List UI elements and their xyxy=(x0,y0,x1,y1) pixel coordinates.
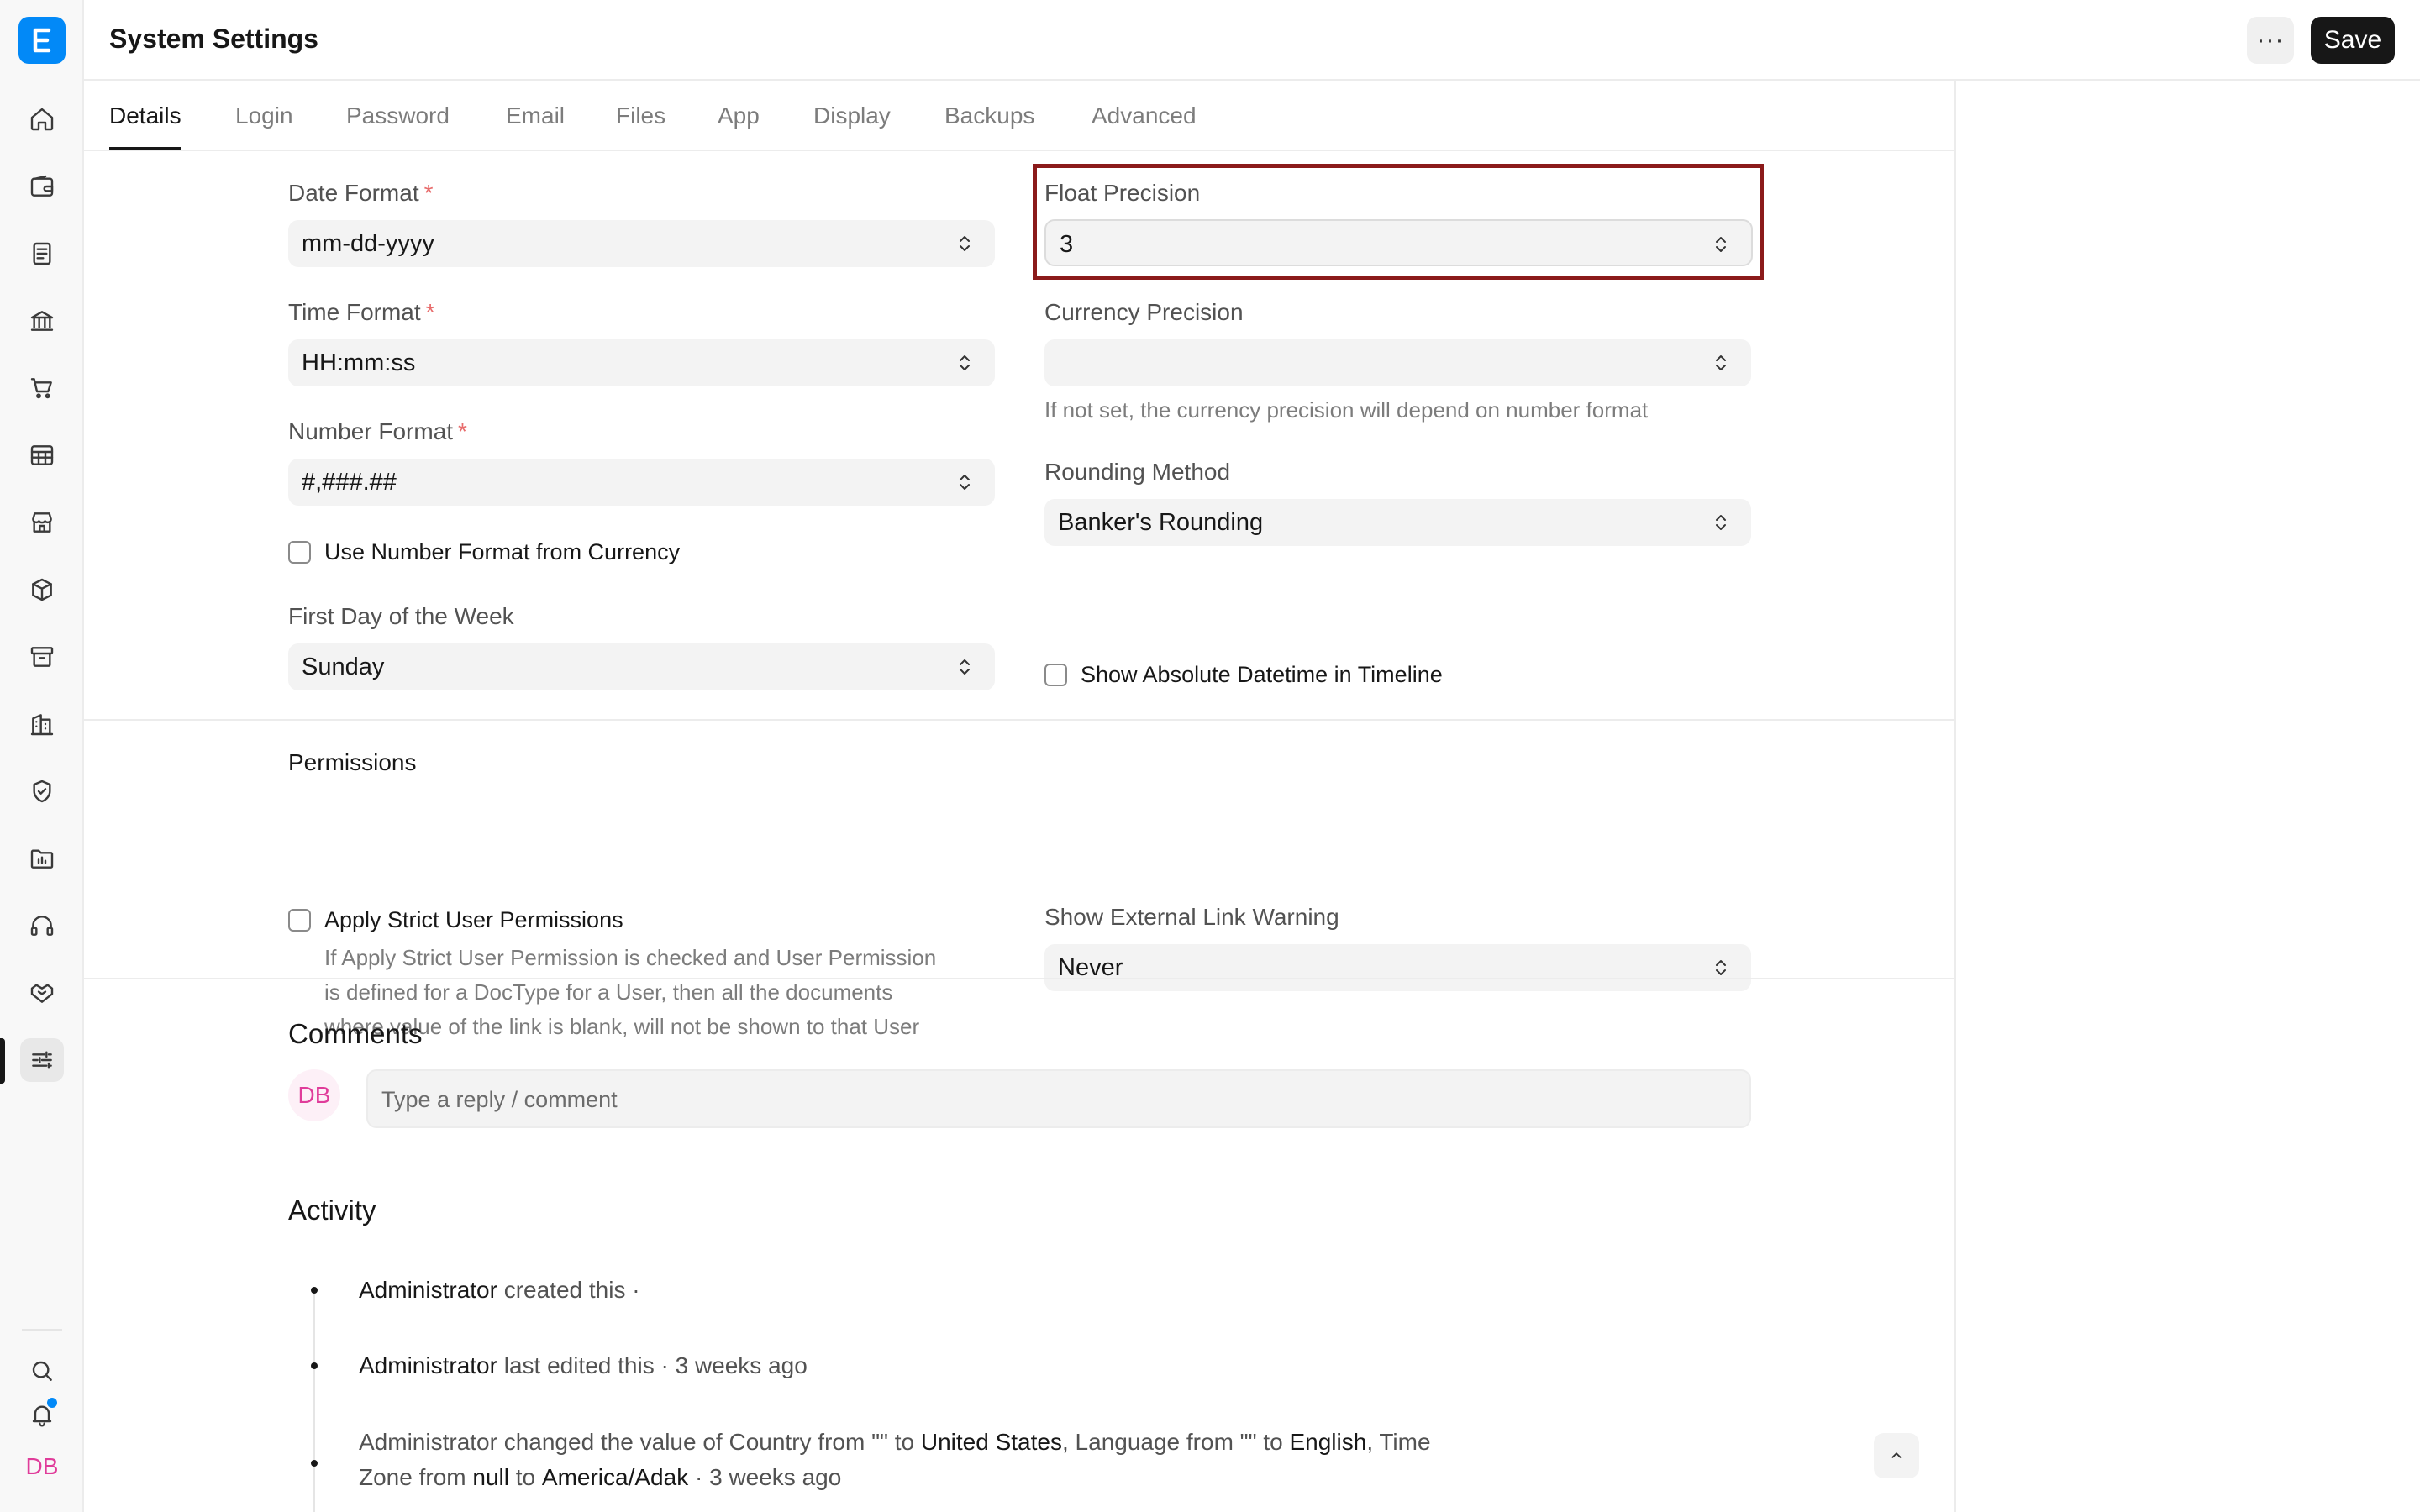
main-content: Details Login Password Email Files App D… xyxy=(84,81,1956,1512)
time-format-value: HH:mm:ss xyxy=(302,349,416,376)
sidebar: DB xyxy=(0,0,84,1512)
user-avatar[interactable]: DB xyxy=(17,1450,67,1483)
absolute-datetime-label: Show Absolute Datetime in Timeline xyxy=(1081,662,1443,687)
table-icon[interactable] xyxy=(20,433,64,477)
tab-app[interactable]: App xyxy=(718,102,760,150)
page-title: System Settings xyxy=(109,24,318,54)
tab-backups[interactable]: Backups xyxy=(944,102,1034,150)
document-icon[interactable] xyxy=(20,232,64,276)
archive-icon[interactable] xyxy=(20,635,64,679)
first-day-label: First Day of the Week xyxy=(288,603,514,629)
currency-precision-select[interactable] xyxy=(1044,339,1751,386)
handshake-icon[interactable] xyxy=(20,971,64,1015)
timeline-dot xyxy=(311,1460,318,1467)
shield-icon[interactable] xyxy=(20,769,64,813)
currency-precision-label: Currency Precision xyxy=(1044,299,1244,325)
float-precision-label: Float Precision xyxy=(1044,180,1201,206)
tab-files[interactable]: Files xyxy=(616,102,666,150)
number-format-select[interactable]: #,###.## xyxy=(288,459,995,506)
save-button[interactable]: Save xyxy=(2311,17,2395,64)
section-divider xyxy=(84,978,1956,979)
comment-avatar: DB xyxy=(288,1069,340,1121)
strict-permissions-help-line-2: is defined for a DocType for a User, the… xyxy=(324,979,893,1005)
use-number-format-label: Use Number Format from Currency xyxy=(324,539,681,564)
chevron-up-down-icon xyxy=(1716,960,1726,975)
activity-item: Administrator created this · xyxy=(359,1277,640,1303)
building-icon[interactable] xyxy=(20,702,64,746)
timeline-dot xyxy=(311,1287,318,1294)
tab-email[interactable]: Email xyxy=(506,102,565,150)
strict-permissions-label: Apply Strict User Permissions xyxy=(324,907,623,932)
timeline-dot xyxy=(311,1362,318,1369)
comment-input[interactable]: Type a reply / comment xyxy=(366,1069,1751,1128)
absolute-datetime-checkbox[interactable] xyxy=(1044,664,1067,686)
strict-permissions-help-line-1: If Apply Strict User Permission is check… xyxy=(324,945,937,970)
chevron-up-icon xyxy=(1891,1452,1902,1458)
external-link-warning-label: Show External Link Warning xyxy=(1044,904,1339,930)
rounding-method-label: Rounding Method xyxy=(1044,459,1231,485)
activity-title: Activity xyxy=(288,1194,376,1226)
wallet-icon[interactable] xyxy=(20,165,64,208)
sliders-icon[interactable] xyxy=(20,1038,64,1082)
date-format-label: Date Format * xyxy=(288,180,434,206)
tab-login[interactable]: Login xyxy=(235,102,293,150)
number-format-label: Number Format * xyxy=(288,418,467,444)
notification-dot xyxy=(47,1398,57,1408)
use-number-format-checkbox[interactable] xyxy=(288,541,311,564)
more-options-button[interactable]: ··· xyxy=(2247,17,2294,64)
comments-title: Comments xyxy=(288,1018,423,1049)
date-format-select[interactable]: mm-dd-yyyy xyxy=(288,220,995,267)
float-precision-select[interactable]: 3 xyxy=(1044,219,1753,266)
time-format-select[interactable]: HH:mm:ss xyxy=(288,339,995,386)
first-day-select[interactable]: Sunday xyxy=(288,643,995,690)
headset-icon[interactable] xyxy=(20,904,64,948)
number-format-value: #,###.## xyxy=(302,469,397,496)
chevron-up-down-icon xyxy=(1716,237,1726,252)
tab-display[interactable]: Display xyxy=(813,102,891,150)
folder-chart-icon[interactable] xyxy=(20,837,64,880)
tab-bar: Details Login Password Email Files App D… xyxy=(84,81,1956,151)
chevron-up-down-icon xyxy=(960,659,970,675)
tab-password[interactable]: Password xyxy=(346,102,450,150)
header: System Settings ··· Save xyxy=(84,0,2420,81)
strict-permissions-checkbox[interactable] xyxy=(288,909,311,932)
timeline-line xyxy=(313,1290,315,1512)
currency-precision-help: If not set, the currency precision will … xyxy=(1044,397,1649,423)
section-divider xyxy=(84,719,1956,721)
chevron-up-down-icon xyxy=(960,355,970,370)
time-format-label: Time Format * xyxy=(288,299,435,325)
home-icon[interactable] xyxy=(20,97,64,141)
scroll-to-top-button[interactable] xyxy=(1874,1433,1919,1478)
first-day-value: Sunday xyxy=(302,654,385,680)
chevron-up-down-icon xyxy=(1716,355,1726,370)
store-icon[interactable] xyxy=(20,501,64,544)
chevron-up-down-icon xyxy=(960,236,970,251)
box-icon[interactable] xyxy=(20,568,64,612)
date-format-value: mm-dd-yyyy xyxy=(302,230,434,257)
rounding-method-select[interactable]: Banker's Rounding xyxy=(1044,499,1751,546)
chevron-up-down-icon xyxy=(1716,515,1726,530)
search-icon[interactable] xyxy=(20,1349,64,1393)
bank-icon[interactable] xyxy=(20,299,64,343)
chevron-up-down-icon xyxy=(960,475,970,490)
rounding-method-value: Banker's Rounding xyxy=(1058,509,1264,536)
cart-icon[interactable] xyxy=(20,366,64,410)
active-indicator xyxy=(0,1038,5,1084)
tab-advanced[interactable]: Advanced xyxy=(1092,102,1197,150)
app-logo[interactable] xyxy=(18,17,66,64)
permissions-title: Permissions xyxy=(288,749,417,775)
sidebar-divider xyxy=(22,1329,62,1331)
activity-item: Administrator changed the value of Count… xyxy=(359,1429,1431,1490)
tab-details[interactable]: Details xyxy=(109,102,182,150)
bell-icon[interactable] xyxy=(20,1393,64,1436)
activity-item: Administrator last edited this · 3 weeks… xyxy=(359,1352,808,1378)
external-link-warning-select[interactable]: Never xyxy=(1044,944,1751,991)
float-precision-value: 3 xyxy=(1060,231,1074,258)
